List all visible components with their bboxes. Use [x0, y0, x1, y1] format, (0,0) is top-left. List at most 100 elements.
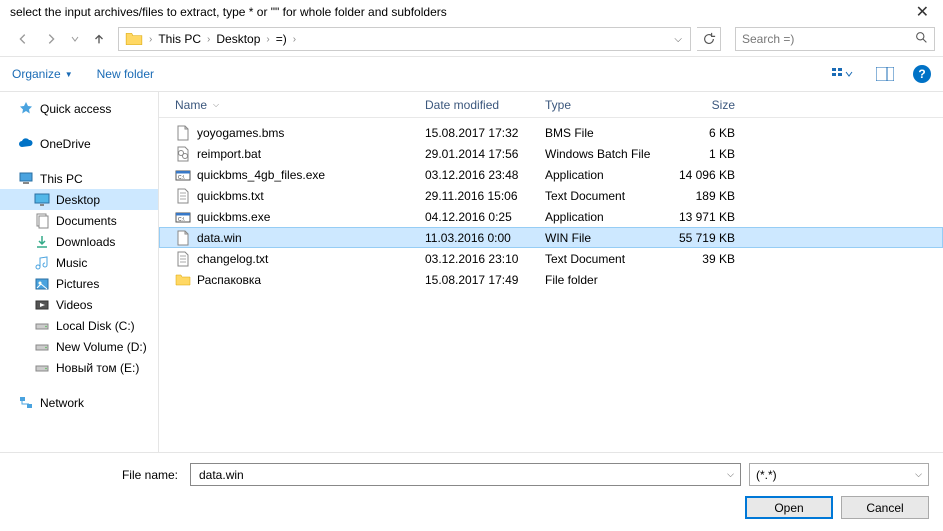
tree-onedrive[interactable]: OneDrive: [0, 133, 158, 154]
file-filter-dropdown[interactable]: (*.*) ⌵: [749, 463, 929, 486]
drive-icon: [34, 339, 50, 355]
breadcrumb-this-pc[interactable]: This PC: [154, 28, 205, 50]
file-type: File folder: [535, 273, 665, 287]
new-folder-button[interactable]: New folder: [97, 67, 154, 81]
nav-forward-button[interactable]: [42, 30, 60, 48]
pictures-icon: [34, 276, 50, 292]
open-button[interactable]: Open: [745, 496, 833, 519]
file-row[interactable]: C:\quickbms.exe04.12.2016 0:25Applicatio…: [159, 206, 943, 227]
preview-pane-button[interactable]: [871, 63, 899, 85]
file-row[interactable]: quickbms.txt29.11.2016 15:06Text Documen…: [159, 185, 943, 206]
file-date: 15.08.2017 17:49: [415, 273, 535, 287]
help-button[interactable]: ?: [913, 65, 931, 83]
nav-up-button[interactable]: [90, 30, 108, 48]
tree-documents[interactable]: Documents: [0, 210, 158, 231]
svg-text:C:\: C:\: [178, 217, 185, 223]
navigation-tree[interactable]: Quick access OneDrive This PC Desktop Do…: [0, 92, 158, 452]
nav-recent-dropdown[interactable]: [70, 30, 80, 48]
tree-label: OneDrive: [40, 137, 91, 151]
refresh-button[interactable]: [697, 27, 721, 51]
file-icon: C:\: [175, 209, 191, 225]
file-row[interactable]: reimport.bat 29.01.2014 17:56Windows Batc…: [159, 143, 943, 164]
downloads-icon: [34, 234, 50, 250]
chevron-right-icon[interactable]: ›: [205, 34, 212, 45]
computer-icon: [18, 171, 34, 187]
file-name: yoyogames.bms: [197, 126, 284, 140]
tree-desktop[interactable]: Desktop: [0, 189, 158, 210]
file-name: quickbms.txt: [197, 189, 264, 203]
file-date: 29.01.2014 17:56: [415, 147, 535, 161]
tree-videos[interactable]: Videos: [0, 294, 158, 315]
nav-back-button[interactable]: [14, 30, 32, 48]
organize-label: Organize: [12, 67, 61, 81]
file-list[interactable]: yoyogames.bms15.08.2017 17:32BMS File6 K…: [159, 118, 943, 452]
column-label: Name: [175, 98, 207, 112]
organize-menu[interactable]: Organize▼: [12, 67, 73, 81]
file-name: reimport.bat: [197, 147, 261, 161]
filename-input[interactable]: [197, 467, 727, 483]
tree-new-volume-d[interactable]: New Volume (D:): [0, 336, 158, 357]
folder-icon: [125, 30, 143, 48]
file-name: quickbms.exe: [197, 210, 270, 224]
file-row[interactable]: Распаковка 15.08.2017 17:49File folder: [159, 269, 943, 290]
file-size: 55 719 KB: [665, 231, 745, 245]
breadcrumb-desktop[interactable]: Desktop: [212, 28, 264, 50]
desktop-icon: [34, 192, 50, 208]
breadcrumb-current-folder[interactable]: =): [272, 28, 291, 50]
tree-novyy-tom-e[interactable]: Новый том (E:): [0, 357, 158, 378]
tree-label: Pictures: [56, 277, 99, 291]
music-icon: [34, 255, 50, 271]
file-name: data.win: [197, 231, 242, 245]
column-date-header[interactable]: Date modified: [415, 98, 535, 112]
tree-label: Local Disk (C:): [56, 319, 135, 333]
file-row[interactable]: data.win11.03.2016 0:00WIN File55 719 KB: [159, 227, 943, 248]
file-icon: [175, 272, 191, 288]
tree-music[interactable]: Music: [0, 252, 158, 273]
file-icon: [175, 188, 191, 204]
videos-icon: [34, 297, 50, 313]
file-row[interactable]: C:\quickbms_4gb_files.exe03.12.2016 23:4…: [159, 164, 943, 185]
tree-label: This PC: [40, 172, 83, 186]
tree-network[interactable]: Network: [0, 392, 158, 413]
cloud-icon: [18, 136, 34, 152]
tree-pictures[interactable]: Pictures: [0, 273, 158, 294]
chevron-right-icon[interactable]: ›: [291, 34, 298, 45]
chevron-right-icon[interactable]: ›: [147, 34, 154, 45]
chevron-down-icon: ⌵: [915, 469, 922, 480]
close-button[interactable]: ✕: [910, 2, 935, 22]
search-input[interactable]: Search =): [735, 27, 935, 51]
column-name-header[interactable]: Name⌵: [159, 98, 415, 112]
drive-icon: [34, 318, 50, 334]
tree-this-pc[interactable]: This PC: [0, 168, 158, 189]
address-bar[interactable]: › This PC › Desktop › =) › ⌵: [118, 27, 691, 51]
file-name: changelog.txt: [197, 252, 268, 266]
file-type: WIN File: [535, 231, 665, 245]
file-icon: [175, 251, 191, 267]
filename-label: File name:: [14, 468, 182, 482]
file-type: Windows Batch File: [535, 147, 665, 161]
network-icon: [18, 395, 34, 411]
file-row[interactable]: changelog.txt03.12.2016 23:10Text Docume…: [159, 248, 943, 269]
tree-label: Downloads: [56, 235, 115, 249]
tree-label: Documents: [56, 214, 117, 228]
tree-local-disk-c[interactable]: Local Disk (C:): [0, 315, 158, 336]
column-type-header[interactable]: Type: [535, 98, 665, 112]
file-size: 189 KB: [665, 189, 745, 203]
star-icon: [18, 101, 34, 117]
file-name: Распаковка: [197, 273, 261, 287]
cancel-button[interactable]: Cancel: [841, 496, 929, 519]
file-date: 29.11.2016 15:06: [415, 189, 535, 203]
tree-downloads[interactable]: Downloads: [0, 231, 158, 252]
tree-quick-access[interactable]: Quick access: [0, 98, 158, 119]
file-icon: [175, 230, 191, 246]
column-size-header[interactable]: Size: [665, 98, 745, 112]
tree-label: New Volume (D:): [56, 340, 147, 354]
file-row[interactable]: yoyogames.bms15.08.2017 17:32BMS File6 K…: [159, 122, 943, 143]
file-icon: C:\: [175, 167, 191, 183]
file-icon: [175, 146, 191, 162]
address-dropdown[interactable]: ⌵: [668, 34, 688, 45]
chevron-right-icon[interactable]: ›: [264, 34, 271, 45]
filename-history-dropdown[interactable]: ⌵: [727, 469, 734, 480]
view-mode-button[interactable]: [829, 63, 857, 85]
tree-label: Network: [40, 396, 84, 410]
